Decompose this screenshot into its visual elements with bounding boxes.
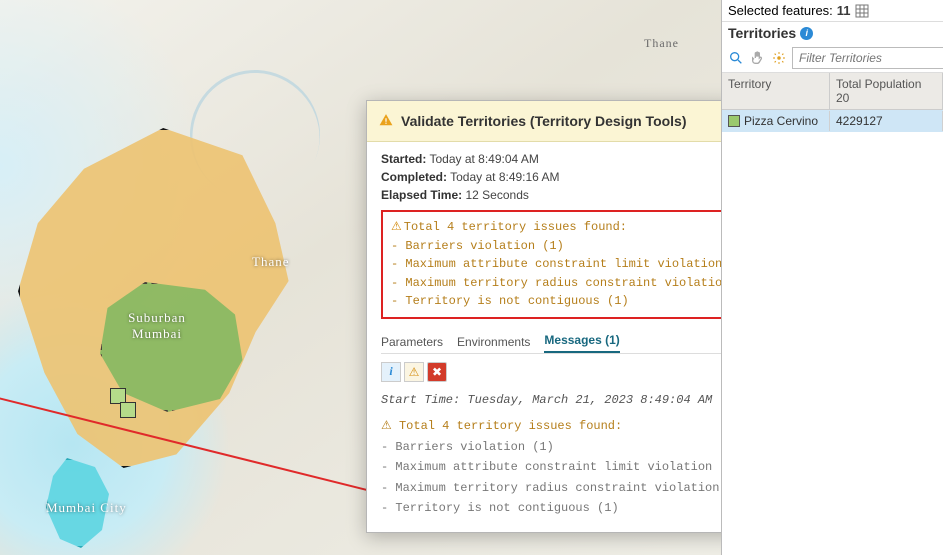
zoom-to-icon[interactable] [728,49,744,67]
issues-highlight-box: ⚠Total 4 territory issues found: Barrier… [381,210,721,319]
pan-icon[interactable] [750,49,766,67]
flash-icon[interactable] [772,49,786,67]
territories-header-label: Territories [728,25,796,41]
tab-parameters[interactable]: Parameters [381,331,443,353]
messages-item: - Maximum attribute constraint limit vio… [381,457,721,477]
warning-icon [379,113,393,130]
messages-start-time: Start Time: Tuesday, March 21, 2023 8:49… [381,390,721,410]
territory-row-name: Pizza Cervino [744,114,818,128]
tab-environments[interactable]: Environments [457,331,530,353]
issues-summary-text: Total 4 territory issues found: [404,220,627,234]
messages-item: - Maximum territory radius constraint vi… [381,478,721,498]
territory-color-swatch [728,115,740,127]
filter-warning-icon[interactable]: ⚠ [404,362,424,382]
table-icon[interactable] [855,4,869,18]
messages-item: - Territory is not contiguous (1) [381,498,721,518]
dialog-titlebar[interactable]: Validate Territories (Territory Design T… [367,101,721,142]
territories-grid-header: Territory Total Population 20 [722,73,943,110]
territory-row-population: 4229127 [830,111,943,131]
app-root: Thane Thane Suburban Mumbai Mumbai City … [0,0,943,555]
map-label-thane: Thane [644,36,679,51]
messages-item: - Barriers violation (1) [381,437,721,457]
warning-icon: ⚠ [391,220,402,234]
territory-row[interactable]: Pizza Cervino 4229127 [722,110,943,132]
filter-error-icon[interactable]: ✖ [427,362,447,382]
map-label-suburban: Suburban Mumbai [112,310,202,341]
territories-toolbar [722,44,943,73]
issue-item: Barriers violation (1) [391,237,721,256]
grid-header-population[interactable]: Total Population 20 [830,73,943,109]
messages-summary: ⚠ Total 4 territory issues found: [381,416,721,436]
dialog-tabs: Parameters Environments Messages (1) [381,329,721,354]
dialog-elapsed-line: Elapsed Time: 12 Seconds [381,188,721,202]
dialog-title-text: Validate Territories (Territory Design T… [401,113,721,129]
messages-body: Start Time: Tuesday, March 21, 2023 8:49… [381,390,721,518]
info-icon[interactable]: i [800,27,813,40]
message-filter-icons: i ⚠ ✖ [381,362,721,382]
warning-icon: ⚠ [381,419,392,433]
issue-item: Maximum attribute constraint limit viola… [391,255,721,274]
map-label-mumbai-city: Mumbai City [46,500,127,516]
filter-territories-input[interactable] [792,47,943,69]
filter-info-icon[interactable]: i [381,362,401,382]
map-label-thane-overlay: Thane [252,254,289,270]
tab-messages[interactable]: Messages (1) [544,329,619,353]
selected-features-label: Selected features: [728,3,833,18]
issue-item: Territory is not contiguous (1) [391,292,721,311]
issue-item: Maximum territory radius constraint viol… [391,274,721,293]
selected-features-count: 11 [837,3,851,18]
grid-header-territory[interactable]: Territory [722,73,830,109]
dialog-started-line: Started: Today at 8:49:04 AM [381,152,721,166]
issues-summary-line: ⚠Total 4 territory issues found: [391,218,721,237]
validate-territories-dialog: Validate Territories (Territory Design T… [366,100,721,533]
side-panel: Selected features: 11 Territories i Terr… [721,0,943,555]
dialog-body: Started: Today at 8:49:04 AM Completed: … [367,142,721,532]
territories-header: Territories i [722,22,943,44]
territory-small-block-2[interactable] [120,402,136,418]
selected-features-row: Selected features: 11 [722,0,943,22]
dialog-completed-line: Completed: Today at 8:49:16 AM [381,170,721,184]
map-canvas[interactable]: Thane Thane Suburban Mumbai Mumbai City … [0,0,721,555]
